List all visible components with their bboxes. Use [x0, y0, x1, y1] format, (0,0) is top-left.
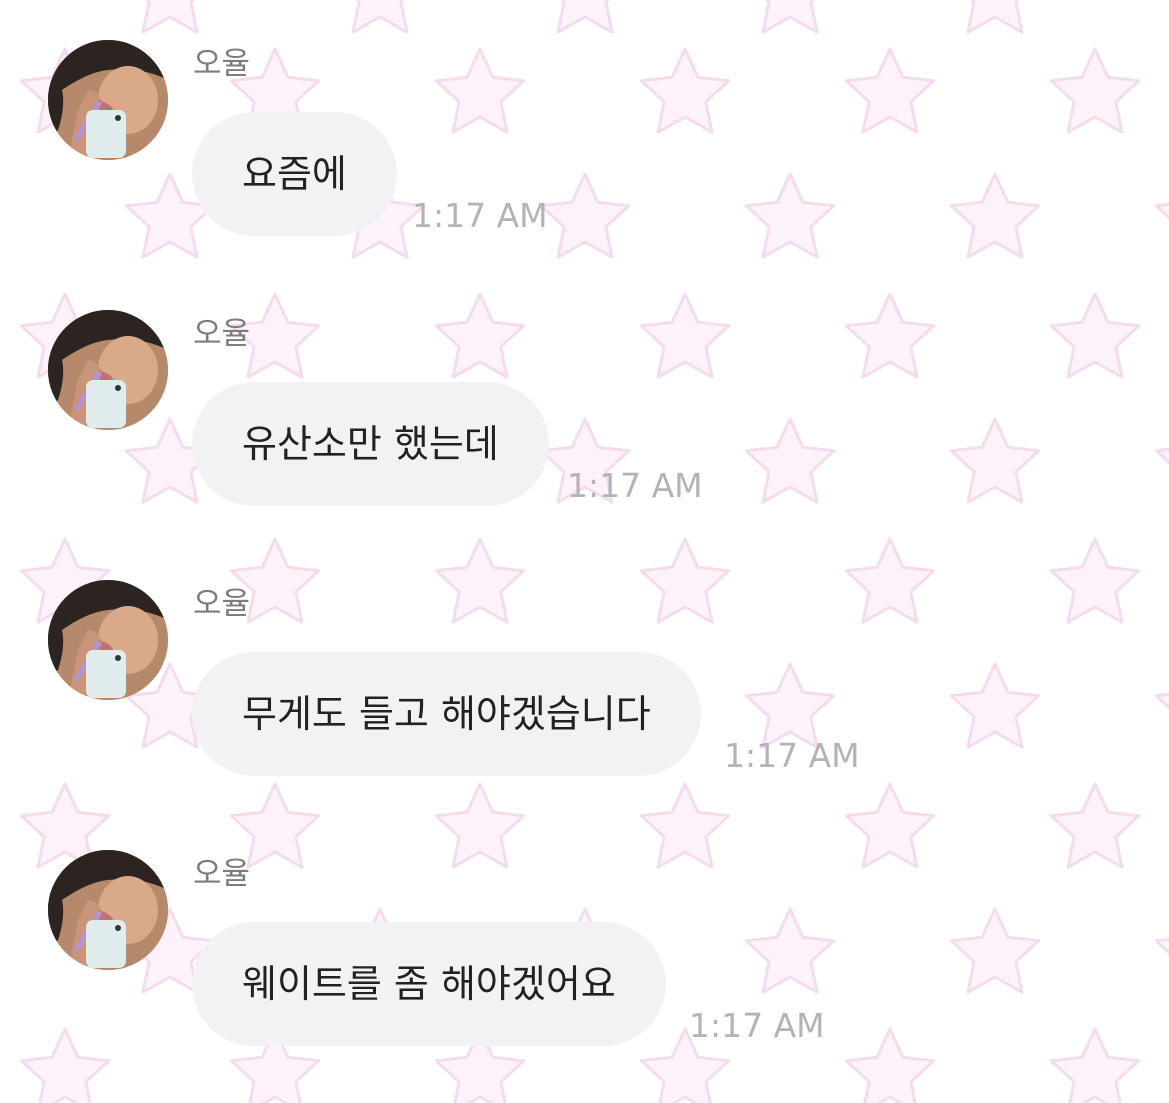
message-row: 오율 무게도 들고 해야겠습니다 1:17 AM — [0, 540, 1169, 810]
sender-name: 오율 — [193, 586, 251, 622]
avatar[interactable] — [48, 580, 168, 700]
message-timestamp: 1:17 AM — [412, 196, 548, 235]
message-timestamp: 1:17 AM — [567, 466, 703, 505]
message-bubble[interactable]: 유산소만 했는데 — [192, 382, 549, 506]
message-row: 오율 유산소만 했는데 1:17 AM — [0, 270, 1169, 540]
message-bubble[interactable]: 무게도 들고 해야겠습니다 — [192, 652, 701, 776]
avatar[interactable] — [48, 40, 168, 160]
message-row: 오율 요즘에 1:17 AM — [0, 0, 1169, 270]
avatar[interactable] — [48, 310, 168, 430]
message-row: 오율 웨이트를 좀 해야겠어요 1:17 AM — [0, 810, 1169, 1080]
sender-name: 오율 — [193, 856, 251, 892]
sender-name: 오율 — [193, 316, 251, 352]
avatar[interactable] — [48, 850, 168, 970]
message-timestamp: 1:17 AM — [724, 736, 860, 775]
message-bubble[interactable]: 요즘에 — [192, 112, 397, 236]
sender-name: 오율 — [193, 46, 251, 82]
message-timestamp: 1:17 AM — [689, 1006, 825, 1045]
message-bubble[interactable]: 웨이트를 좀 해야겠어요 — [192, 922, 666, 1046]
